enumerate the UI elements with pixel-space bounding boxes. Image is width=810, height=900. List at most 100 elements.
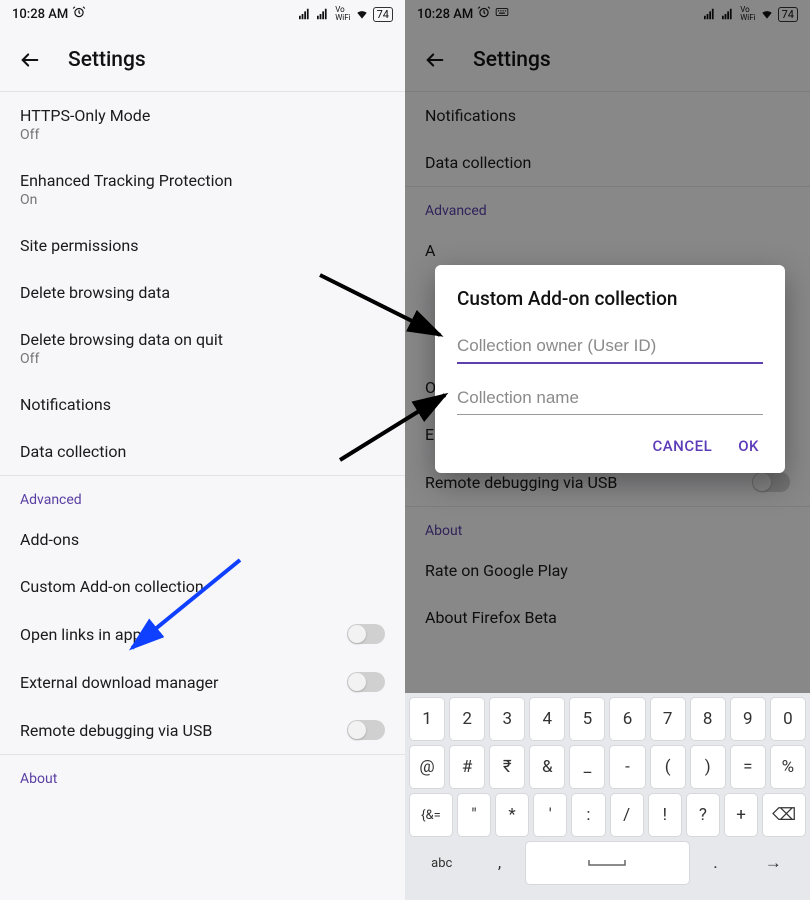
row-rate[interactable]: Rate on Google Play <box>405 547 810 594</box>
key-period[interactable]: . <box>694 841 736 885</box>
custom-addon-dialog: Custom Add-on collection CANCEL OK <box>435 265 785 473</box>
key[interactable]: ( <box>650 745 686 789</box>
section-about: About <box>405 506 810 547</box>
key[interactable]: / <box>610 793 644 837</box>
row-title: Delete browsing data <box>20 283 385 302</box>
row-title: Custom Add-on collection <box>20 577 385 596</box>
row-https-only[interactable]: HTTPS-Only Mode Off <box>0 92 405 157</box>
row-site-permissions[interactable]: Site permissions <box>0 222 405 269</box>
key[interactable]: * <box>495 793 529 837</box>
key[interactable]: ? <box>686 793 720 837</box>
row-title: Remote debugging via USB <box>20 721 212 740</box>
page-title: Settings <box>473 48 551 72</box>
toggle-switch[interactable] <box>347 720 385 740</box>
row-custom-addon-collection[interactable]: Custom Add-on collection <box>0 563 405 610</box>
status-bar: 10:28 AM Vo WiFi 74 <box>0 0 405 28</box>
toggle-switch[interactable] <box>347 672 385 692</box>
row-title: Data collection <box>20 442 385 461</box>
key[interactable]: _ <box>569 745 605 789</box>
row-title: Delete browsing data on quit <box>20 330 385 349</box>
collection-owner-input[interactable] <box>457 330 763 364</box>
toggle-switch[interactable] <box>752 472 790 492</box>
key[interactable]: 2 <box>449 697 485 741</box>
vowifi-label: Vo WiFi <box>335 6 350 22</box>
row-remote-debugging[interactable]: Remote debugging via USB <box>0 706 405 754</box>
row-notifications[interactable]: Notifications <box>405 92 810 139</box>
key-symbols[interactable]: {&= <box>409 793 453 837</box>
row-addons[interactable]: Add-ons <box>0 516 405 563</box>
key[interactable]: 4 <box>529 697 565 741</box>
back-button[interactable] <box>421 46 449 74</box>
key[interactable]: - <box>609 745 645 789</box>
signal-icon-2 <box>317 7 331 21</box>
ok-button[interactable]: OK <box>738 437 759 455</box>
row-title: Enhanced Tracking Protection <box>20 171 385 190</box>
key-enter[interactable]: → <box>740 841 806 885</box>
key[interactable]: 6 <box>609 697 645 741</box>
row-title: Site permissions <box>20 236 385 255</box>
key[interactable]: 7 <box>650 697 686 741</box>
key-space[interactable] <box>525 841 691 885</box>
appbar: Settings <box>405 28 810 92</box>
key[interactable]: : <box>571 793 605 837</box>
status-bar: 10:28 AM Vo WiFi 74 <box>405 0 810 28</box>
key[interactable]: 0 <box>770 697 806 741</box>
key[interactable]: 9 <box>730 697 766 741</box>
row-about-firefox[interactable]: About Firefox Beta <box>405 594 810 641</box>
row-delete-browsing-data[interactable]: Delete browsing data <box>0 269 405 316</box>
row-notifications[interactable]: Notifications <box>0 381 405 428</box>
row-open-links-in-apps[interactable]: Open links in apps <box>0 610 405 658</box>
row-title: About Firefox Beta <box>425 608 790 627</box>
status-time: 10:28 AM <box>12 7 68 22</box>
row-title: A <box>425 241 790 260</box>
alarm-icon <box>477 5 491 23</box>
row-delete-on-quit[interactable]: Delete browsing data on quit Off <box>0 316 405 381</box>
appbar: Settings <box>0 28 405 92</box>
soft-keyboard[interactable]: 1 2 3 4 5 6 7 8 9 0 @ # ₹ & _ - ( ) = % … <box>405 693 810 900</box>
key-abc[interactable]: abc <box>409 841 475 885</box>
key[interactable]: ' <box>533 793 567 837</box>
row-title: Add-ons <box>20 530 385 549</box>
row-subtitle: On <box>20 192 385 208</box>
signal-icon <box>299 7 313 21</box>
key[interactable]: ! <box>648 793 682 837</box>
key[interactable]: 3 <box>489 697 525 741</box>
signal-icon <box>704 7 718 21</box>
row-data-collection[interactable]: Data collection <box>405 139 810 186</box>
backspace-icon: ⌫ <box>772 805 796 825</box>
key[interactable]: 8 <box>690 697 726 741</box>
key[interactable]: ₹ <box>489 745 525 789</box>
key[interactable]: 5 <box>569 697 605 741</box>
left-screen: 10:28 AM Vo WiFi 74 Settings HTTPS- <box>0 0 405 900</box>
key-comma[interactable]: , <box>479 841 521 885</box>
vowifi-label: Vo WiFi <box>740 6 755 22</box>
key[interactable]: = <box>730 745 766 789</box>
wifi-icon <box>355 7 369 21</box>
row-title: Remote debugging via USB <box>425 473 617 492</box>
key[interactable]: + <box>724 793 758 837</box>
key[interactable]: " <box>457 793 491 837</box>
row-title: Notifications <box>20 395 385 414</box>
row-external-download-manager[interactable]: External download manager <box>0 658 405 706</box>
keyboard-icon <box>495 5 509 23</box>
space-icon <box>587 858 627 868</box>
key[interactable]: % <box>770 745 806 789</box>
collection-name-input[interactable] <box>457 382 763 415</box>
key[interactable]: & <box>529 745 565 789</box>
toggle-switch[interactable] <box>347 624 385 644</box>
key[interactable]: @ <box>409 745 445 789</box>
key[interactable]: 1 <box>409 697 445 741</box>
row-title: Notifications <box>425 106 790 125</box>
row-etp[interactable]: Enhanced Tracking Protection On <box>0 157 405 222</box>
key-row-2: @ # ₹ & _ - ( ) = % <box>405 741 810 789</box>
cancel-button[interactable]: CANCEL <box>652 437 712 455</box>
row-data-collection[interactable]: Data collection <box>0 428 405 475</box>
key-row-3: {&= " * ' : / ! ? + ⌫ <box>405 789 810 837</box>
key-backspace[interactable]: ⌫ <box>762 793 806 837</box>
key[interactable]: ) <box>690 745 726 789</box>
key[interactable]: # <box>449 745 485 789</box>
signal-icon-2 <box>722 7 736 21</box>
section-advanced: Advanced <box>405 186 810 227</box>
section-advanced: Advanced <box>0 475 405 516</box>
back-button[interactable] <box>16 46 44 74</box>
